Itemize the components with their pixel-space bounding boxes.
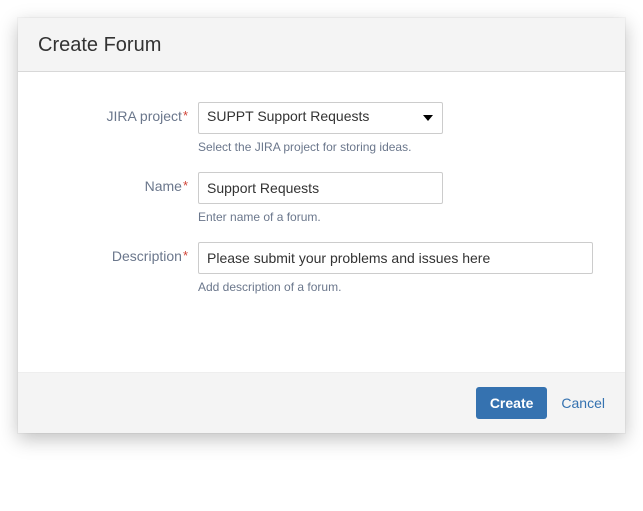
required-asterisk-icon: *	[183, 178, 188, 193]
description-input[interactable]	[198, 242, 593, 274]
jira-project-help: Select the JIRA project for storing idea…	[198, 140, 605, 154]
description-label-text: Description	[112, 248, 182, 264]
jira-project-label-text: JIRA project	[106, 108, 181, 124]
field-jira-project: JIRA project* SUPPT Support Requests Sel…	[38, 102, 605, 154]
field-description: Description* Add description of a forum.	[38, 242, 605, 294]
required-asterisk-icon: *	[183, 108, 188, 123]
description-label: Description*	[38, 242, 198, 264]
jira-project-select-wrap: SUPPT Support Requests	[198, 102, 443, 134]
dialog-footer: Create Cancel	[18, 372, 625, 433]
dialog-header: Create Forum	[18, 18, 625, 72]
description-control: Add description of a forum.	[198, 242, 605, 294]
create-button[interactable]: Create	[476, 387, 548, 419]
cancel-button[interactable]: Cancel	[561, 395, 605, 411]
create-forum-dialog: Create Forum JIRA project* SUPPT Support…	[18, 18, 625, 433]
name-control: Enter name of a forum.	[198, 172, 605, 224]
required-asterisk-icon: *	[183, 248, 188, 263]
name-label-text: Name	[145, 178, 182, 194]
jira-project-control: SUPPT Support Requests Select the JIRA p…	[198, 102, 605, 154]
description-help: Add description of a forum.	[198, 280, 605, 294]
dialog-body: JIRA project* SUPPT Support Requests Sel…	[18, 72, 625, 372]
field-name: Name* Enter name of a forum.	[38, 172, 605, 224]
name-input[interactable]	[198, 172, 443, 204]
dialog-title: Create Forum	[38, 34, 605, 57]
name-help: Enter name of a forum.	[198, 210, 605, 224]
jira-project-select[interactable]: SUPPT Support Requests	[198, 102, 443, 134]
jira-project-label: JIRA project*	[38, 102, 198, 124]
name-label: Name*	[38, 172, 198, 194]
